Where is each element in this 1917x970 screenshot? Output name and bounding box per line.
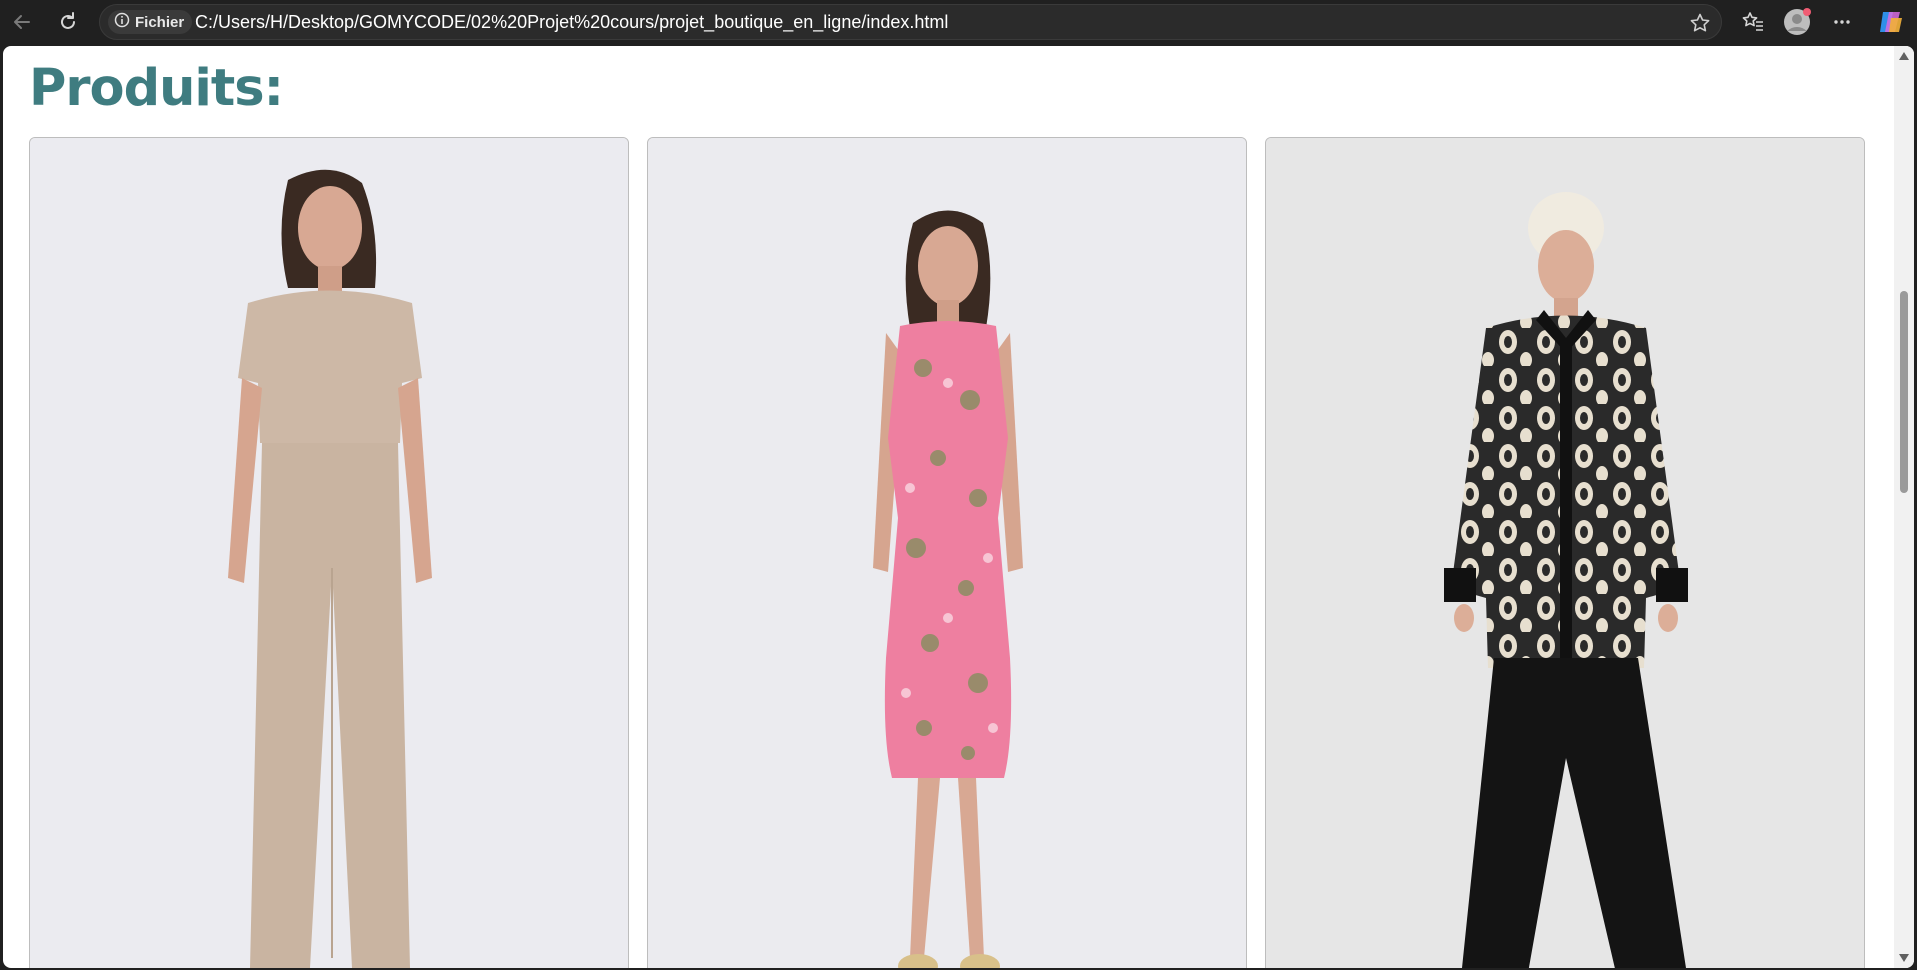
site-info-button[interactable]: Fichier [108,10,193,34]
favorites-icon[interactable] [1738,7,1768,37]
page-title: Produits: [29,59,284,118]
info-icon [114,12,130,32]
product-image-patterned-shirt [1266,138,1864,968]
address-bar[interactable]: Fichier C:/Users/H/Desktop/GOMYCODE/02%2… [99,4,1722,40]
star-icon[interactable] [1689,12,1711,39]
product-card-patterned-shirt[interactable] [1265,137,1865,968]
url-text[interactable]: C:/Users/H/Desktop/GOMYCODE/02%20Projet%… [195,5,948,39]
page-viewport: Produits: [3,46,1914,968]
product-card-pink-floral-dress[interactable] [647,137,1247,968]
scroll-thumb[interactable] [1900,291,1908,493]
more-menu-icon[interactable] [1827,7,1857,37]
back-arrow-icon[interactable] [7,7,37,37]
scroll-down-icon[interactable] [1899,954,1909,962]
copilot-icon[interactable] [1876,7,1906,37]
product-card-beige-set[interactable] [29,137,629,968]
product-image-beige-set [30,138,628,968]
reload-icon[interactable] [53,7,83,37]
product-image-pink-floral-dress [648,138,1246,968]
scroll-up-icon[interactable] [1899,52,1909,60]
site-info-label: Fichier [135,13,185,31]
browser-toolbar: Fichier C:/Users/H/Desktop/GOMYCODE/02%2… [0,0,1917,44]
profile-avatar-icon[interactable] [1782,7,1812,37]
vertical-scrollbar[interactable] [1894,46,1914,968]
